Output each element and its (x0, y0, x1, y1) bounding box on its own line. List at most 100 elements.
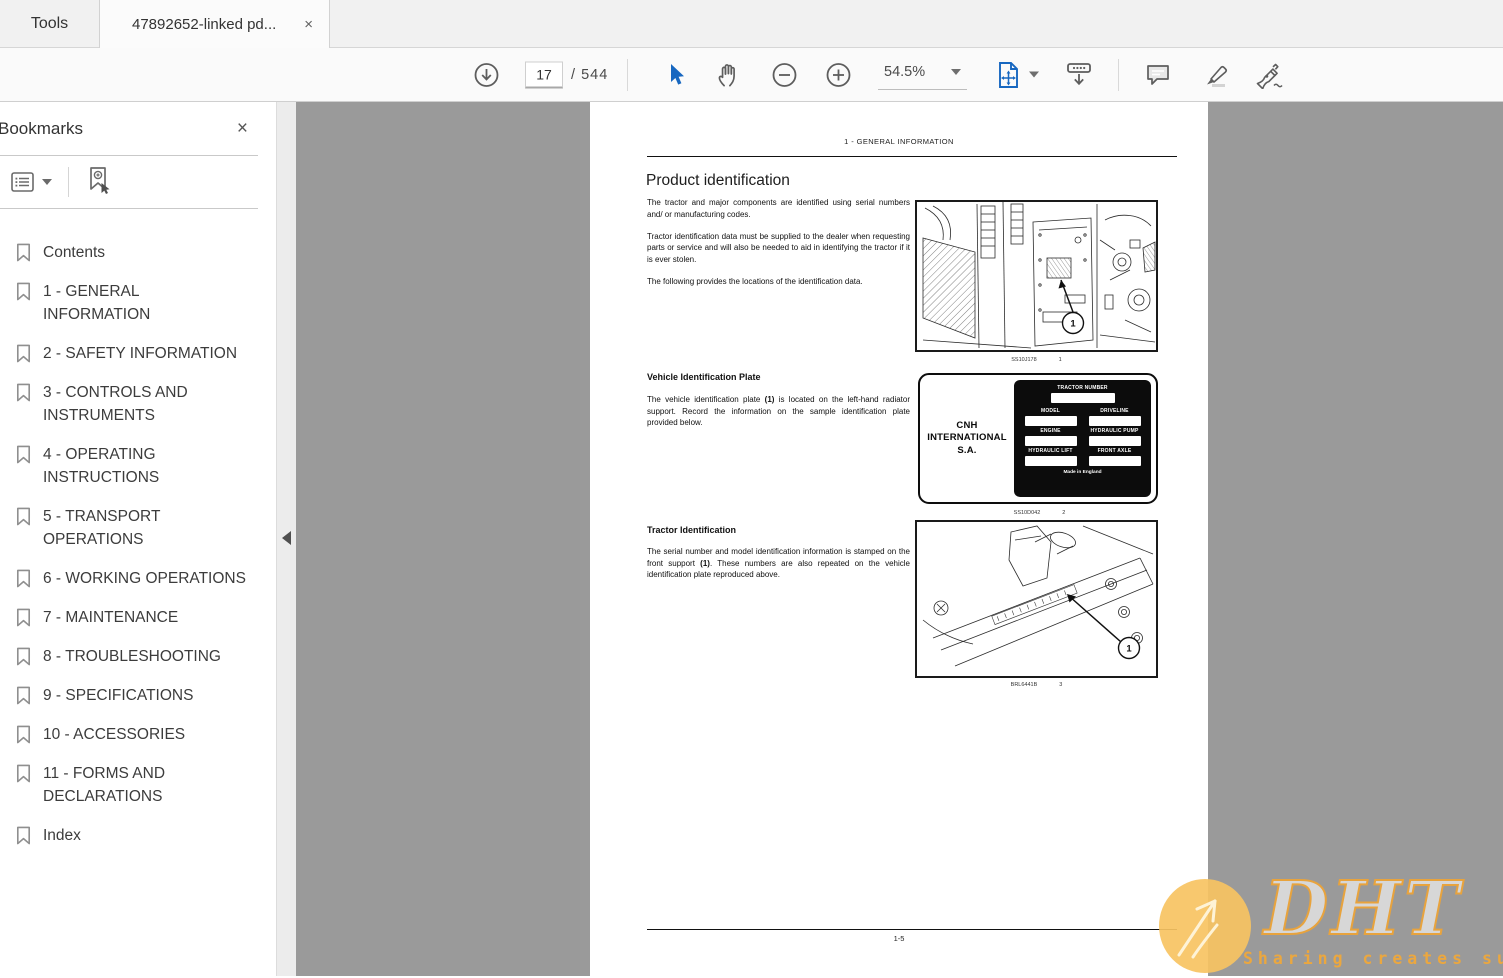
bookmark-item-specifications[interactable]: 9 - SPECIFICATIONS (14, 676, 258, 715)
download-icon (474, 62, 499, 87)
plate-blank-box (1024, 436, 1077, 446)
tab-close-icon[interactable]: × (302, 17, 315, 32)
zoom-out-button[interactable] (771, 61, 798, 88)
tab-bar: Tools 47892652-linked pd... × (0, 0, 1503, 48)
tab-document-title: 47892652-linked pd... (132, 15, 277, 33)
zoom-level-value: 54.5% (884, 63, 926, 80)
watermark-subtitle: Sharing creates success (1243, 949, 1503, 968)
bookmark-icon (16, 344, 31, 363)
page-title: Product identification (646, 172, 790, 189)
select-tool-button[interactable] (663, 61, 689, 89)
comment-icon (1147, 64, 1169, 85)
bookmark-icon (16, 282, 31, 301)
plate-field-hydraulic-pump: HYDRAULIC PUMP (1090, 428, 1139, 434)
chevron-down-icon (1029, 71, 1039, 78)
sidebar-splitter[interactable] (277, 102, 296, 976)
tab-tools[interactable]: Tools (0, 0, 100, 48)
zoom-level-dropdown[interactable]: 54.5% (878, 60, 968, 90)
bookmarks-toolbar (0, 156, 258, 209)
fit-page-icon (999, 61, 1018, 88)
comment-button[interactable] (1144, 61, 1172, 89)
minus-icon (772, 62, 797, 87)
plate-field-engine: ENGINE (1040, 428, 1061, 434)
toolbar: / 544 54.5% (0, 48, 1503, 102)
plate-blank-box (1088, 416, 1141, 426)
bookmark-icon (16, 445, 31, 464)
ti-paragraph: The serial number and model identificati… (647, 547, 911, 579)
plate-field-hydraulic-lift: HYDRAULIC LIFT (1028, 448, 1073, 454)
plate-blank-box (1024, 456, 1077, 466)
find-current-bookmark-button[interactable] (85, 165, 113, 200)
bookmarks-header: Bookmarks × (0, 102, 258, 156)
bookmark-item-operating-instructions[interactable]: 4 - OPERATING INSTRUCTIONS (14, 435, 258, 497)
bookmark-item-safety-information[interactable]: 2 - SAFETY INFORMATION (14, 334, 258, 373)
tab-document[interactable]: 47892652-linked pd... × (100, 0, 330, 48)
plate-field-front-axle: FRONT AXLE (1097, 448, 1132, 454)
sign-button[interactable] (1254, 61, 1286, 89)
bookmark-item-working-operations[interactable]: 6 - WORKING OPERATIONS (14, 559, 258, 598)
figure-1-radiator-drawing: 1 (915, 200, 1158, 352)
bookmark-item-general-information[interactable]: 1 - GENERAL INFORMATION (14, 272, 258, 334)
page-running-header: 1 - GENERAL INFORMATION (844, 137, 954, 146)
highlight-button[interactable] (1202, 61, 1230, 89)
figure-3-caption: BRL6441B 3 (1010, 682, 1063, 688)
bookmark-item-index[interactable]: Index (14, 816, 258, 855)
bookmark-icon (16, 686, 31, 705)
page-number-input[interactable] (525, 61, 563, 88)
figure-1-callout: 1 (1070, 319, 1076, 330)
plate-field-model: MODEL (1040, 408, 1061, 414)
bookmark-icon (16, 826, 31, 845)
hand-icon (718, 63, 735, 86)
bookmark-item-controls-and-instruments[interactable]: 3 - CONTROLS AND INSTRUMENTS (14, 373, 258, 435)
scroll-mode-button[interactable] (1064, 61, 1094, 89)
bookmark-item-maintenance[interactable]: 7 - MAINTENANCE (14, 598, 258, 637)
bookmark-icon (16, 383, 31, 402)
bookmark-icon (16, 608, 31, 627)
plate-field-driveline: DRIVELINE (1100, 408, 1129, 414)
paragraph: The tractor and major components are ide… (647, 198, 910, 219)
page-footer-number: 1-5 (893, 934, 905, 943)
page-scroll-icon (1067, 62, 1091, 85)
plate-blank-box (1088, 456, 1141, 466)
toolbar-divider (627, 58, 628, 91)
bookmark-item-contents[interactable]: Contents (14, 233, 258, 272)
toolbar-divider (1118, 58, 1119, 91)
bookmarks-close-icon[interactable]: × (237, 119, 248, 138)
collapse-sidebar-icon[interactable] (282, 531, 291, 545)
plate-blank-box (1024, 416, 1077, 426)
figure-3-callout: 1 (1126, 644, 1132, 655)
paragraph: The following provides the locations of … (647, 276, 863, 286)
page-number-control (525, 61, 563, 88)
bookmark-icon (16, 569, 31, 588)
bookmark-icon (16, 725, 31, 744)
fountain-pen-icon (1256, 63, 1283, 89)
intro-paragraphs: The tractor and major components are ide… (647, 197, 910, 298)
plate-made-in: Made in England (1063, 470, 1102, 475)
bookmarks-options-button[interactable] (10, 170, 52, 194)
figure-3-front-support-drawing: 1 (915, 520, 1158, 678)
vip-paragraph: The vehicle identification plate (1) is … (647, 395, 910, 427)
paragraph: Tractor identification data must be supp… (647, 231, 910, 264)
page-fit-dropdown[interactable] (995, 60, 1039, 89)
pdf-page: 1 - GENERAL INFORMATION Product identifi… (590, 102, 1208, 976)
zoom-in-button[interactable] (825, 61, 852, 88)
find-bookmark-icon (90, 166, 110, 194)
bookmark-item-troubleshooting[interactable]: 8 - TROUBLESHOOTING (14, 637, 258, 676)
bookmark-item-transport-operations[interactable]: 5 - TRANSPORT OPERATIONS (14, 497, 258, 559)
bookmark-icon (16, 647, 31, 666)
watermark-arrow-icon (1177, 899, 1219, 959)
tab-tools-label: Tools (30, 15, 69, 32)
document-area[interactable]: 1 - GENERAL INFORMATION Product identifi… (296, 102, 1503, 976)
bookmarks-panel: Bookmarks × Contents 1 - GENERAL INFORMA… (0, 102, 277, 976)
options-list-icon (11, 172, 34, 192)
header-rule (647, 156, 1177, 157)
download-button[interactable] (473, 61, 500, 88)
footer-rule (647, 929, 1177, 930)
hand-tool-button[interactable] (716, 61, 743, 89)
plate-brand: CNH INTERNATIONAL S.A. (927, 419, 1007, 456)
page-count: / 544 (571, 66, 609, 83)
bookmark-item-forms-and-declarations[interactable]: 11 - FORMS AND DECLARATIONS (14, 754, 258, 816)
bookmark-item-accessories[interactable]: 10 - ACCESSORIES (14, 715, 258, 754)
watermark-logo-circle (1159, 879, 1251, 973)
chevron-down-icon (951, 68, 962, 75)
